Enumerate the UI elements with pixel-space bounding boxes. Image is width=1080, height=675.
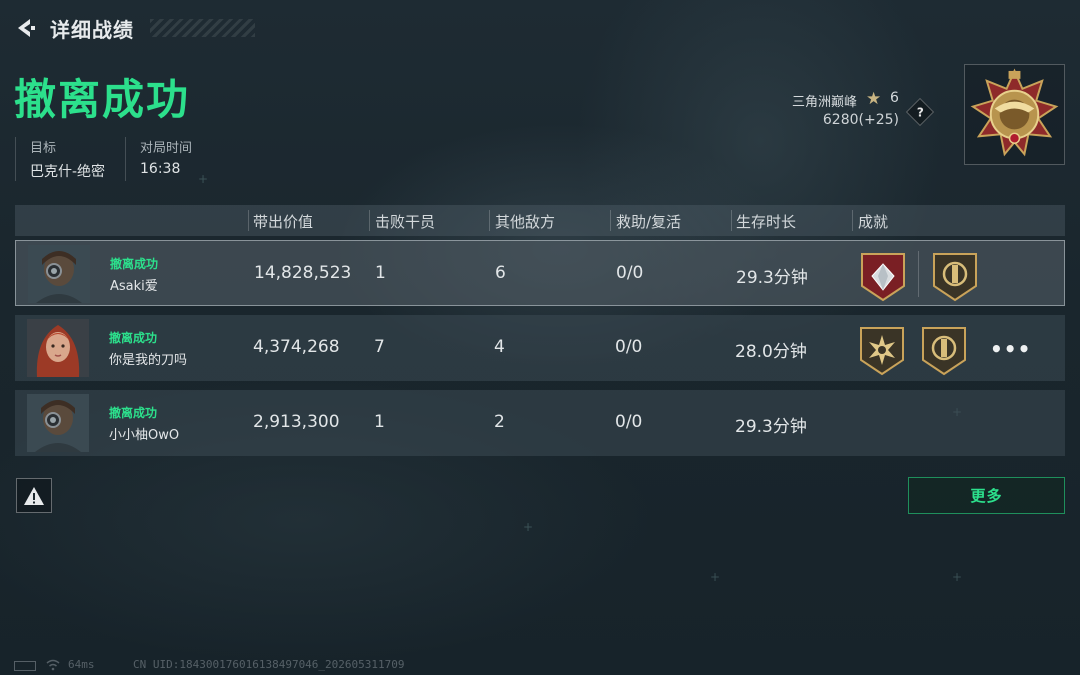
gold-badge-icon[interactable] <box>919 324 969 376</box>
column-header-achievements: 成就 <box>858 213 889 231</box>
player-status: 撤离成功 <box>109 331 158 345</box>
cell-other-enemies: 4 <box>494 337 505 357</box>
rank-name: 三角洲巅峰 <box>791 95 857 110</box>
star-icon: ★ <box>866 89 882 109</box>
more-button[interactable]: 更多 <box>908 477 1065 514</box>
extraction-result-title: 撤离成功 <box>14 75 191 124</box>
rank-score: 6280(+25) <box>822 112 899 128</box>
player-row[interactable]: 撤离成功 小小柚OwO 2,913,300 1 2 0/0 29.3分钟 <box>15 390 1065 456</box>
cell-other-enemies: 2 <box>494 412 505 432</box>
column-header-assist: 救助/复活 <box>616 213 682 231</box>
column-header-other-enemies: 其他敌方 <box>495 213 556 231</box>
cell-kills: 7 <box>374 337 385 357</box>
wifi-icon <box>46 659 60 671</box>
info-label: 对局时间 <box>140 141 193 156</box>
cell-assist: 0/0 <box>615 412 643 432</box>
player-avatar <box>27 394 89 452</box>
page-title: 详细战绩 <box>50 18 134 42</box>
stats-table-header: 带出价值 击败干员 其他敌方 救助/复活 生存时长 成就 <box>15 205 1065 236</box>
info-value: 巴克什-绝密 <box>30 164 106 180</box>
column-header-kills: 击败干员 <box>375 213 436 231</box>
help-icon-glyph: ? <box>916 105 924 119</box>
back-arrow-icon[interactable] <box>14 16 38 40</box>
player-avatar <box>27 319 89 377</box>
player-name: 你是我的刀吗 <box>109 353 188 368</box>
ping-readout: 64ms <box>68 658 95 671</box>
rank-emblem-icon <box>970 68 1059 157</box>
player-status: 撤离成功 <box>110 257 159 271</box>
cell-other-enemies: 6 <box>495 263 506 283</box>
report-warning-icon[interactable] <box>16 478 52 513</box>
rank-badge[interactable] <box>964 64 1065 165</box>
cell-value: 2,913,300 <box>253 412 340 432</box>
cell-assist: 0/0 <box>616 263 644 283</box>
cell-survival-time: 28.0分钟 <box>735 342 807 362</box>
info-value: 16:38 <box>140 161 181 177</box>
column-header-value: 带出价值 <box>253 213 314 231</box>
info-match-time: 对局时间 16:38 <box>125 137 192 181</box>
rank-level: 6 <box>890 90 899 106</box>
info-target: 目标 巴克什-绝密 <box>15 137 105 181</box>
burst-badge-icon[interactable] <box>857 324 907 376</box>
player-status: 撤离成功 <box>109 406 158 420</box>
cell-value: 4,374,268 <box>253 337 340 357</box>
diamond-badge-icon[interactable] <box>858 250 908 302</box>
cell-kills: 1 <box>374 412 385 432</box>
player-name: 小小柚OwO <box>109 428 180 443</box>
player-row[interactable]: 撤离成功 你是我的刀吗 4,374,268 7 4 0/0 28.0分钟 ••• <box>15 315 1065 381</box>
player-row[interactable]: 撤离成功 Asaki爱 14,828,523 1 6 0/0 29.3分钟 <box>15 240 1065 306</box>
info-label: 目标 <box>30 141 57 156</box>
cell-survival-time: 29.3分钟 <box>735 417 807 437</box>
help-icon[interactable]: ? <box>905 97 935 127</box>
battery-icon <box>14 661 36 671</box>
cell-kills: 1 <box>375 263 386 283</box>
player-avatar <box>28 245 90 303</box>
column-header-survival-time: 生存时长 <box>736 213 797 231</box>
more-achievements-icon[interactable]: ••• <box>990 337 1031 361</box>
cell-survival-time: 29.3分钟 <box>736 268 808 288</box>
player-name: Asaki爱 <box>110 279 158 294</box>
player-uid: CN UID:1843001760161384970​46_2026053117… <box>133 658 405 671</box>
header-stripe-decoration <box>150 19 255 37</box>
gold-badge-icon[interactable] <box>930 250 980 302</box>
cell-value: 14,828,523 <box>254 263 352 283</box>
cell-assist: 0/0 <box>615 337 643 357</box>
